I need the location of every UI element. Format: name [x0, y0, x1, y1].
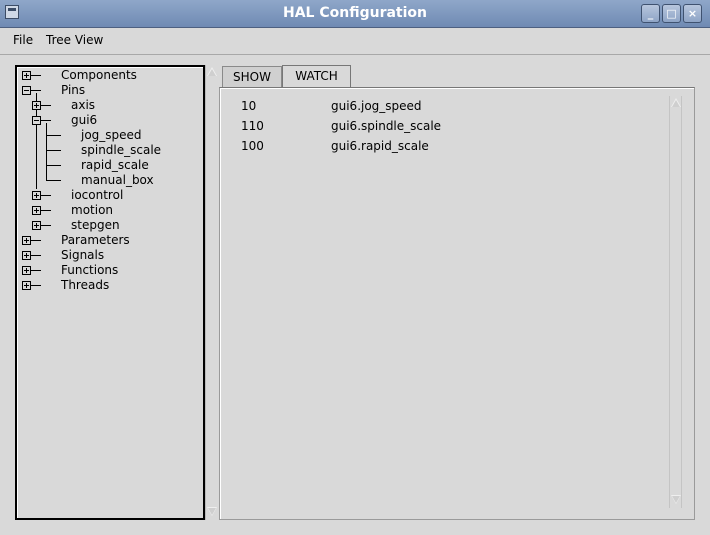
expand-icon[interactable] [22, 236, 31, 245]
expand-icon[interactable] [32, 206, 41, 215]
tree-node-manual-box[interactable]: manual_box [17, 173, 203, 188]
tree-node-label: Components [61, 68, 137, 82]
tree-branch-line [41, 210, 51, 211]
expand-icon[interactable] [32, 191, 41, 200]
title-bar: HAL Configuration _ □ × [0, 0, 710, 28]
tab-show[interactable]: SHOW [222, 66, 282, 87]
tree-node-functions[interactable]: Functions [17, 263, 203, 278]
watch-pin-name[interactable]: gui6.spindle_scale [331, 118, 441, 134]
expand-icon[interactable] [32, 221, 41, 230]
window-title: HAL Configuration [283, 5, 427, 21]
tree-node-gui6[interactable]: gui6 [17, 113, 203, 128]
tree-node-label: spindle_scale [81, 143, 162, 157]
tree-node-label: axis [71, 98, 96, 112]
tree-node-label: Pins [61, 83, 86, 97]
tree-branch-line [41, 195, 51, 196]
tree-node-axis[interactable]: axis [17, 98, 203, 113]
expand-icon[interactable] [32, 101, 41, 110]
maximize-icon: □ [666, 7, 677, 20]
expand-icon[interactable] [22, 251, 31, 260]
watch-value: 10 [241, 99, 257, 113]
tab-label: WATCH [295, 69, 338, 83]
tree-node-stepgen[interactable]: stepgen [17, 218, 203, 233]
tree-node-label: Threads [61, 278, 110, 292]
tree-node-motion[interactable]: motion [17, 203, 203, 218]
tree-branch-line [31, 240, 41, 241]
maximize-button[interactable]: □ [662, 4, 681, 23]
tree-scrollbar[interactable] [205, 65, 218, 520]
expand-icon[interactable] [22, 71, 31, 80]
watch-pin-name[interactable]: gui6.jog_speed [331, 98, 422, 114]
tab-label: SHOW [233, 70, 271, 84]
scroll-down-arrow-icon[interactable] [671, 494, 682, 505]
hal-tree[interactable]: Components Pins axis gui6 jog_speed spin… [15, 65, 205, 520]
menu-file[interactable]: File [13, 33, 33, 47]
tree-node-label: rapid_scale [81, 158, 149, 172]
scroll-up-arrow-icon[interactable] [671, 97, 682, 108]
tree-node-components[interactable]: Components [17, 68, 203, 83]
menu-bar: File Tree View [0, 28, 710, 55]
minimize-button[interactable]: _ [641, 4, 660, 23]
tree-node-threads[interactable]: Threads [17, 278, 203, 293]
tree-branch-line [41, 105, 51, 106]
tree-node-spindle-scale[interactable]: spindle_scale [17, 143, 203, 158]
tree-node-label: Functions [61, 263, 119, 277]
tree-branch-line [31, 90, 41, 91]
tree-branch-line [31, 255, 41, 256]
tree-node-label: Signals [61, 248, 105, 262]
tab-watch[interactable]: WATCH [282, 65, 351, 87]
menu-tree-view[interactable]: Tree View [46, 33, 103, 47]
tree-node-iocontrol[interactable]: iocontrol [17, 188, 203, 203]
tree-branch-line [46, 150, 61, 151]
tree-branch-line [31, 270, 41, 271]
close-icon: × [687, 7, 698, 20]
watch-value: 100 [241, 139, 264, 153]
tree-branch-line [41, 120, 51, 121]
scroll-up-arrow-icon[interactable] [207, 66, 218, 77]
tree-branch-line [31, 285, 41, 286]
tree-node-signals[interactable]: Signals [17, 248, 203, 263]
tree-branch-line [46, 180, 61, 181]
expand-icon[interactable] [22, 281, 31, 290]
tree-node-label: gui6 [71, 113, 98, 127]
watch-scrollbar[interactable] [669, 96, 682, 508]
tree-node-rapid-scale[interactable]: rapid_scale [17, 158, 203, 173]
close-button[interactable]: × [683, 4, 702, 23]
tree-branch-line [46, 135, 61, 136]
tree-branch-line [46, 165, 61, 166]
scroll-down-arrow-icon[interactable] [207, 506, 218, 517]
tree-node-parameters[interactable]: Parameters [17, 233, 203, 248]
tree-node-label: iocontrol [71, 188, 124, 202]
tree-node-pins[interactable]: Pins [17, 83, 203, 98]
collapse-icon[interactable] [32, 116, 41, 125]
tree-node-label: Parameters [61, 233, 130, 247]
tree-node-label: jog_speed [81, 128, 142, 142]
tree-node-label: motion [71, 203, 114, 217]
tree-node-label: stepgen [71, 218, 120, 232]
minimize-icon: _ [647, 7, 654, 20]
collapse-icon[interactable] [22, 86, 31, 95]
watch-panel: 10 gui6.jog_speed 110 gui6.spindle_scale… [219, 87, 695, 520]
tree-node-jog-speed[interactable]: jog_speed [17, 128, 203, 143]
watch-value: 110 [241, 119, 264, 133]
expand-icon[interactable] [22, 266, 31, 275]
tree-branch-line [41, 225, 51, 226]
tree-node-label: manual_box [81, 173, 154, 187]
tree-branch-line [31, 75, 41, 76]
watch-pin-name[interactable]: gui6.rapid_scale [331, 138, 429, 154]
